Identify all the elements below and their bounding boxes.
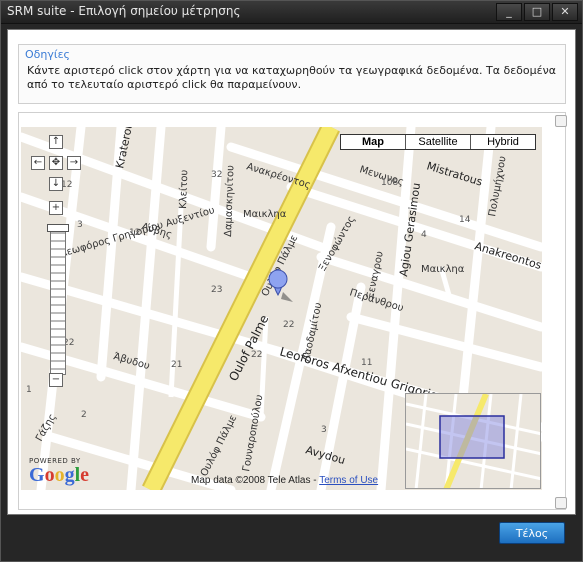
label-maiklia-1: Μαικληα [243,209,287,220]
close-button[interactable]: ✕ [552,3,578,21]
location-marker[interactable] [268,268,293,302]
pan-center-icon[interactable]: ✥ [49,156,63,170]
overview-map-roads [406,394,540,488]
overview-map[interactable] [405,393,541,489]
map-number: 108 [381,178,398,188]
map-number: 11 [361,358,372,368]
map-number: 23 [211,285,222,295]
window-controls: _ □ ✕ [496,3,578,21]
label-kleitou: Κλείτου [177,169,190,209]
map-number: 14 [459,215,471,225]
window-title: SRM suite - Επιλογή σημείου μέτρησης [7,4,241,18]
frame-corner-bottom [555,497,567,509]
maximize-button[interactable]: □ [524,3,550,21]
map-number: 4 [421,230,427,240]
instructions-title: Οδηγίες [25,48,70,61]
map-number: 12 [129,228,140,238]
pan-left-icon[interactable]: ← [31,156,45,170]
zoom-out-icon[interactable]: − [49,373,63,387]
pan-down-icon[interactable]: ↓ [49,177,63,191]
terms-of-use-link[interactable]: Terms of Use [319,475,378,486]
map-number: 22 [251,350,262,360]
instructions-line-2: από το τελευταίο αριστερό click θα παραμ… [27,78,302,91]
pan-up-icon[interactable]: ↑ [49,135,63,149]
maptype-map-button[interactable]: Map [341,135,406,149]
map-number: 2 [81,410,87,420]
google-branding: POWERED BY Google [29,457,99,485]
instructions-line-1: Κάντε αριστερό click στον χάρτη για να κ… [27,64,556,77]
map-number: 3 [321,425,327,435]
map-number: 1 [26,385,32,395]
zoom-slider[interactable] [50,225,66,375]
label-oulof-palme-gr-2: Ουλόφ Πάλμε [198,413,239,478]
copyright-text: Map data ©2008 Tele Atlas - [191,475,320,486]
map-copyright: Map data ©2008 Tele Atlas - Terms of Use [191,475,378,486]
minimize-button[interactable]: _ [496,3,522,21]
dialog-window: SRM suite - Επιλογή σημείου μέτρησης _ □… [0,0,583,562]
map-number: 3 [77,220,83,230]
label-gounaropoulou: Γουναροπούλου [240,394,265,473]
done-button[interactable]: Τέλος [499,522,565,544]
maptype-hybrid-button[interactable]: Hybrid [471,135,535,149]
frame-corner-top [555,115,567,127]
label-mistratous: Mistratous [425,159,484,188]
map-number: 22 [283,320,294,330]
maptype-satellite-button[interactable]: Satellite [406,135,471,149]
zoom-slider-thumb[interactable] [47,224,69,232]
instructions-text: Κάντε αριστερό click στον χάρτη για να κ… [27,64,557,92]
maptype-control: Map Satellite Hybrid [340,134,536,150]
map-canvas[interactable]: Oulof Palme Ουλόφ Πάλμε Ουλόφ Πάλμε Leof… [21,127,542,490]
pan-right-icon[interactable]: → [67,156,81,170]
zoom-in-icon[interactable]: + [49,201,63,215]
overview-viewport[interactable] [439,415,505,459]
map-number: 21 [171,360,182,370]
map-number: 32 [211,170,222,180]
instructions-group: Οδηγίες Κάντε αριστερό click στον χάρτη … [18,44,566,104]
label-damaskinitou: Δαμασκηνίτου [222,165,237,237]
label-maiklia-2: Μαικληα [421,264,465,275]
google-logo[interactable]: Google [29,465,99,485]
title-bar[interactable]: SRM suite - Επιλογή σημείου μέτρησης _ □… [1,1,582,24]
